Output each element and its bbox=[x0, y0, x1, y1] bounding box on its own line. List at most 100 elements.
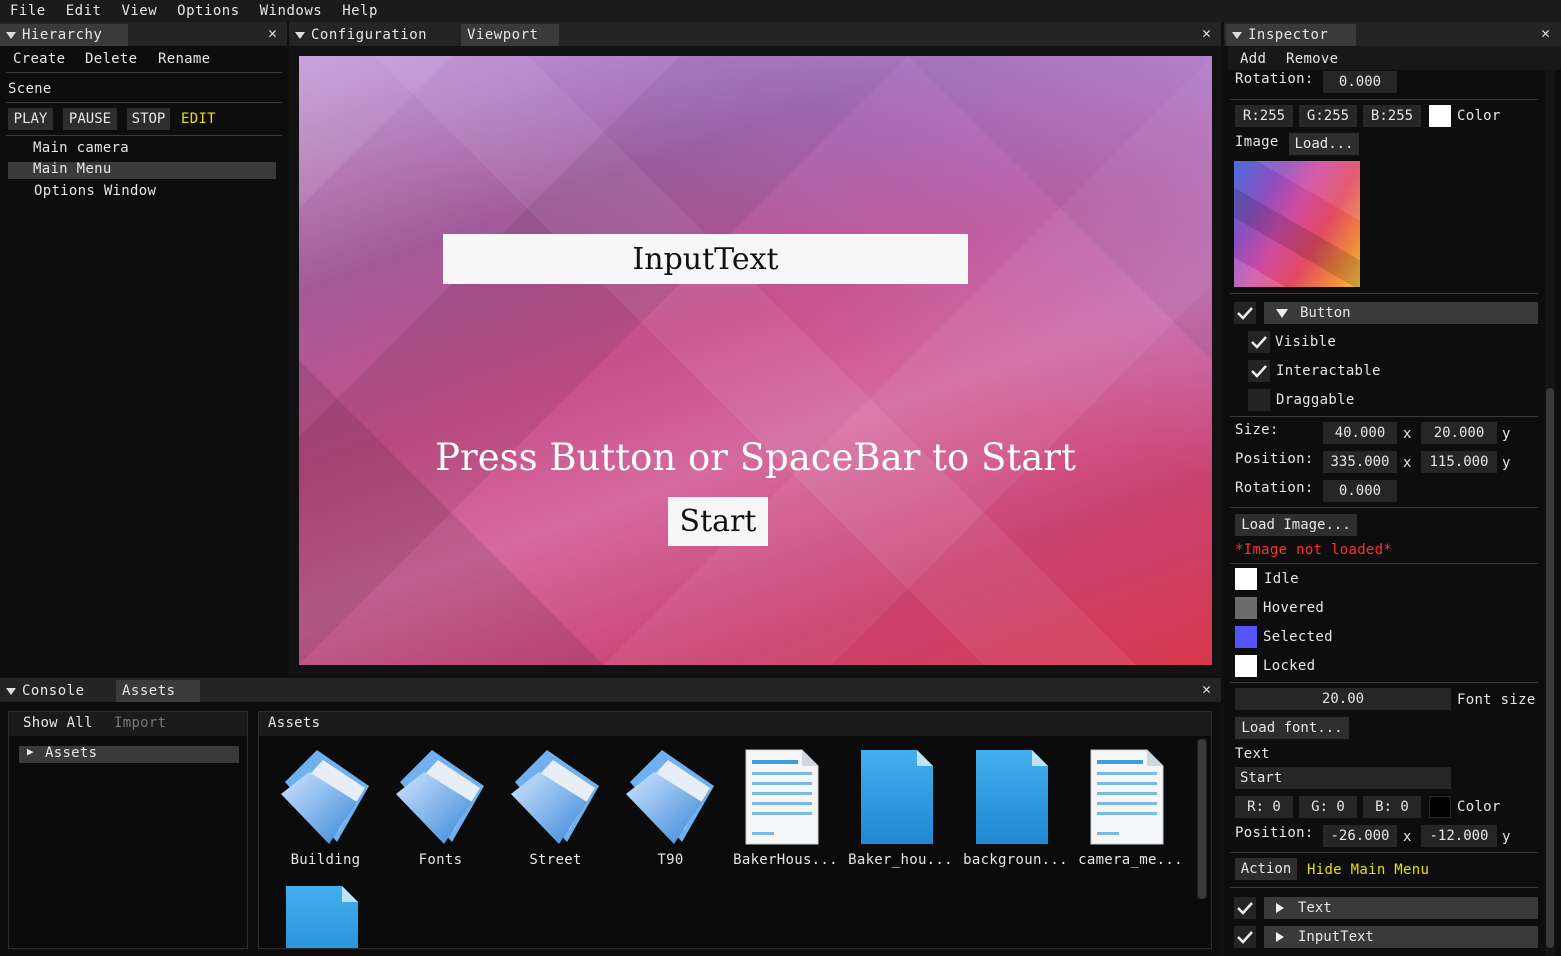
image-error-text: *Image not loaded* bbox=[1235, 542, 1393, 558]
blue-field[interactable]: B:255 bbox=[1363, 105, 1421, 127]
button-enabled-checkbox[interactable] bbox=[1234, 302, 1256, 324]
text-red-field[interactable]: R: 0 bbox=[1235, 796, 1293, 818]
text-position-x-field[interactable]: -26.000 bbox=[1323, 825, 1397, 847]
chevron-right-icon bbox=[1276, 932, 1284, 942]
inputtext-component-header[interactable]: InputText bbox=[1264, 926, 1538, 948]
locked-color-swatch[interactable] bbox=[1235, 655, 1257, 677]
visible-checkbox[interactable] bbox=[1248, 331, 1270, 353]
tab-viewport[interactable]: Viewport bbox=[461, 24, 559, 46]
import-button[interactable]: Import bbox=[114, 715, 166, 731]
color-swatch[interactable] bbox=[1429, 105, 1451, 127]
interactable-checkbox[interactable] bbox=[1248, 360, 1270, 382]
play-button[interactable]: PLAY bbox=[8, 108, 53, 130]
show-all-button[interactable]: Show All bbox=[23, 715, 93, 731]
selected-color-swatch[interactable] bbox=[1235, 626, 1257, 648]
menu-help[interactable]: Help bbox=[332, 3, 388, 19]
x-separator: x bbox=[1403, 455, 1412, 471]
draggable-checkbox[interactable] bbox=[1248, 389, 1270, 411]
tab-console[interactable]: Console bbox=[0, 680, 114, 702]
asset-item[interactable]: Baker_hou... bbox=[843, 742, 958, 872]
button-component-header[interactable]: Button bbox=[1264, 302, 1538, 324]
asset-item[interactable]: camera_me... bbox=[1073, 742, 1188, 872]
close-icon[interactable]: ✕ bbox=[1202, 680, 1211, 698]
size-x-field[interactable]: 40.000 bbox=[1323, 422, 1397, 444]
close-icon[interactable]: ✕ bbox=[1202, 24, 1211, 42]
asset-item[interactable]: Building bbox=[268, 742, 383, 872]
text-component-header[interactable]: Text bbox=[1264, 897, 1538, 919]
scrollbar-thumb[interactable] bbox=[1198, 739, 1206, 899]
position-y-field[interactable]: 115.000 bbox=[1421, 451, 1497, 473]
text-blue-field[interactable]: B: 0 bbox=[1363, 796, 1421, 818]
inspector-tabbar: Inspector ✕ bbox=[1224, 22, 1561, 46]
remove-button[interactable]: Remove bbox=[1286, 51, 1338, 67]
divider bbox=[1230, 887, 1538, 888]
text-green-field[interactable]: G: 0 bbox=[1299, 796, 1357, 818]
collapse-icon[interactable] bbox=[1232, 31, 1242, 39]
asset-item[interactable]: BakerHous... bbox=[728, 742, 843, 872]
asset-name: BakerHous... bbox=[733, 852, 838, 868]
divider bbox=[1230, 507, 1538, 508]
add-button[interactable]: Add bbox=[1240, 51, 1266, 67]
size-y-field[interactable]: 20.000 bbox=[1421, 422, 1497, 444]
collapse-icon[interactable] bbox=[6, 31, 16, 39]
text-enabled-checkbox[interactable] bbox=[1234, 897, 1256, 919]
game-viewport[interactable]: InputText Press Button or SpaceBar to St… bbox=[299, 56, 1212, 665]
load-image-button[interactable]: Load... bbox=[1289, 133, 1359, 155]
asset-item[interactable]: Street bbox=[498, 742, 613, 872]
x-separator: x bbox=[1403, 829, 1412, 845]
font-size-field[interactable]: 20.00 bbox=[1235, 688, 1451, 710]
close-icon[interactable]: ✕ bbox=[1541, 24, 1550, 42]
action-button[interactable]: Action bbox=[1235, 858, 1297, 880]
hierarchy-item-selected[interactable]: Main Menu bbox=[8, 161, 276, 179]
collapse-icon[interactable] bbox=[295, 31, 305, 39]
create-button[interactable]: Create bbox=[13, 51, 65, 67]
asset-item[interactable]: Fonts bbox=[383, 742, 498, 872]
game-start-button[interactable]: Start bbox=[668, 497, 768, 546]
scrollbar-thumb[interactable] bbox=[1546, 388, 1554, 948]
asset-scrollbar[interactable] bbox=[1197, 739, 1207, 899]
interactable-label: Interactable bbox=[1276, 363, 1381, 379]
tab-configuration[interactable]: Configuration bbox=[289, 24, 457, 46]
menu-windows[interactable]: Windows bbox=[250, 3, 333, 19]
tab-assets[interactable]: Assets bbox=[116, 680, 200, 702]
red-field[interactable]: R:255 bbox=[1235, 105, 1293, 127]
collapse-icon[interactable] bbox=[6, 687, 16, 695]
load-font-button[interactable]: Load font... bbox=[1235, 717, 1349, 739]
text-position-y-field[interactable]: -12.000 bbox=[1421, 825, 1497, 847]
rotation-field[interactable]: 0.000 bbox=[1323, 71, 1397, 93]
action-value: Hide Main Menu bbox=[1307, 862, 1430, 878]
menu-options[interactable]: Options bbox=[167, 3, 250, 19]
green-field[interactable]: G:255 bbox=[1299, 105, 1357, 127]
text-value-field[interactable]: Start bbox=[1235, 767, 1451, 789]
delete-button[interactable]: Delete bbox=[85, 51, 137, 67]
menu-file[interactable]: File bbox=[0, 3, 56, 19]
pause-button[interactable]: PAUSE bbox=[63, 108, 117, 130]
close-icon[interactable]: ✕ bbox=[268, 24, 277, 42]
asset-item[interactable]: backgroun... bbox=[958, 742, 1073, 872]
inspector-toolbar bbox=[1228, 46, 1561, 70]
rename-button[interactable]: Rename bbox=[158, 51, 210, 67]
game-input-text[interactable]: InputText bbox=[443, 234, 968, 284]
asset-tree-item[interactable]: ▶ Assets bbox=[19, 745, 239, 763]
menu-edit[interactable]: Edit bbox=[56, 3, 112, 19]
stop-button[interactable]: STOP bbox=[127, 108, 170, 130]
tab-hierarchy[interactable]: Hierarchy bbox=[0, 24, 128, 46]
asset-item[interactable] bbox=[268, 878, 383, 948]
hovered-color-swatch[interactable] bbox=[1235, 597, 1257, 619]
hierarchy-item[interactable]: Main camera bbox=[33, 140, 129, 156]
idle-color-swatch[interactable] bbox=[1235, 568, 1257, 590]
rotation-field[interactable]: 0.000 bbox=[1323, 480, 1397, 502]
tab-inspector[interactable]: Inspector bbox=[1226, 24, 1356, 46]
asset-name: Baker_hou... bbox=[848, 852, 953, 868]
inspector-scrollbar[interactable] bbox=[1545, 70, 1555, 956]
asset-item[interactable]: T90 bbox=[613, 742, 728, 872]
menu-view[interactable]: View bbox=[111, 3, 167, 19]
load-image-button[interactable]: Load Image... bbox=[1235, 514, 1357, 536]
inputtext-enabled-checkbox[interactable] bbox=[1234, 926, 1256, 948]
text-color-swatch[interactable] bbox=[1429, 796, 1451, 818]
hierarchy-item[interactable]: Options Window bbox=[34, 183, 156, 199]
text-header-label: Text bbox=[1298, 900, 1332, 916]
y-separator: y bbox=[1502, 829, 1511, 845]
checkmark-icon bbox=[1251, 336, 1267, 349]
position-x-field[interactable]: 335.000 bbox=[1323, 451, 1397, 473]
